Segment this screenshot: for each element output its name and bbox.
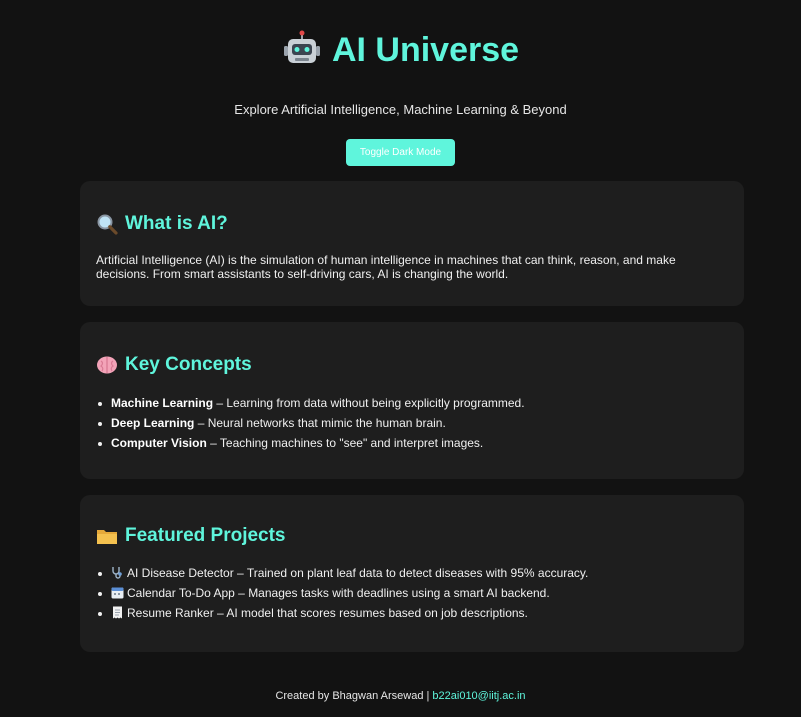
folder-icon	[96, 525, 118, 547]
footer-credit: Created by Bhagwan Arsewad |	[275, 690, 433, 702]
toggle-dark-mode-button[interactable]: Toggle Dark Mode	[345, 139, 456, 166]
concept-term: Machine Learning	[111, 396, 214, 410]
list-item: Deep Learning – Neural networks that mim…	[96, 413, 728, 433]
key-concepts-card: Key Concepts Machine Learning – Learning…	[80, 322, 744, 479]
what-is-ai-heading: What is AI?	[96, 213, 728, 235]
receipt-icon	[111, 605, 124, 619]
project-text: Resume Ranker – AI model that scores res…	[127, 606, 528, 620]
key-concepts-heading: Key Concepts	[96, 354, 728, 376]
list-item: Resume Ranker – AI model that scores res…	[96, 603, 728, 623]
concept-desc: – Neural networks that mimic the human b…	[197, 416, 446, 430]
concept-term: Deep Learning	[111, 416, 195, 430]
key-concepts-heading-text: Key Concepts	[125, 354, 252, 375]
page-header: AI Universe Explore Artificial Intellige…	[0, 0, 801, 166]
list-item: Calendar To-Do App – Manages tasks with …	[96, 583, 728, 603]
magnifier-icon	[96, 213, 118, 235]
robot-icon	[282, 30, 322, 70]
list-item: Computer Vision – Teaching machines to "…	[96, 433, 728, 453]
footer-email-link[interactable]: b22ai010@iitj.ac.in	[432, 690, 525, 702]
stethoscope-icon	[111, 565, 124, 579]
featured-projects-heading: Featured Projects	[96, 525, 728, 547]
concept-term: Computer Vision	[111, 436, 207, 450]
page-subtitle: Explore Artificial Intelligence, Machine…	[234, 102, 567, 117]
title-text: AI Universe	[331, 30, 520, 69]
page-footer: Created by Bhagwan Arsewad | b22ai010@ii…	[0, 690, 801, 702]
featured-projects-heading-text: Featured Projects	[125, 525, 286, 546]
concept-desc: – Teaching machines to "see" and interpr…	[210, 436, 484, 450]
featured-projects-card: Featured Projects AI Disease Detector – …	[80, 495, 744, 652]
key-concepts-list: Machine Learning – Learning from data wi…	[96, 393, 728, 453]
concept-desc: – Learning from data without being expli…	[216, 396, 525, 410]
calendar-icon	[111, 585, 124, 599]
list-item: Machine Learning – Learning from data wi…	[96, 393, 728, 413]
page-title: AI Universe	[282, 28, 519, 72]
what-is-ai-heading-text: What is AI?	[125, 213, 228, 234]
list-item: AI Disease Detector – Trained on plant l…	[96, 563, 728, 583]
project-text: Calendar To-Do App – Manages tasks with …	[127, 586, 550, 600]
project-text: AI Disease Detector – Trained on plant l…	[127, 566, 589, 580]
brain-icon	[96, 354, 118, 376]
featured-projects-list: AI Disease Detector – Trained on plant l…	[96, 563, 728, 623]
what-is-ai-card: What is AI? Artificial Intelligence (AI)…	[80, 181, 744, 306]
what-is-ai-body: Artificial Intelligence (AI) is the simu…	[96, 253, 676, 281]
